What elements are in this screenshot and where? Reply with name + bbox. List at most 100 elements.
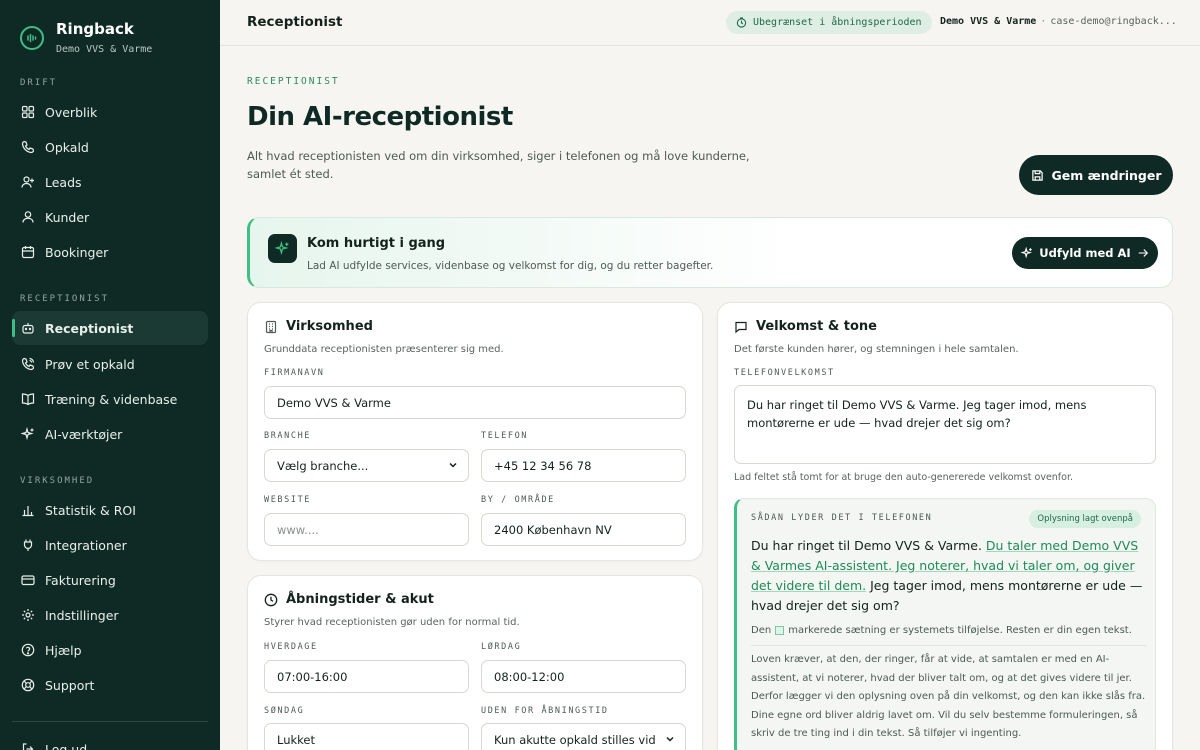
welcome-card-title: Velkomst & tone — [734, 319, 877, 334]
arrow-right-icon — [1138, 249, 1148, 257]
quickstart-banner: Kom hurtigt i gang Lad AI udfylde servic… — [247, 217, 1173, 288]
logout-label: Log ud — [45, 741, 88, 750]
sidebar-item-label: Hjælp — [45, 642, 82, 658]
credit-card-icon — [21, 573, 35, 587]
page-eyebrow: RECEPTIONIST — [247, 76, 340, 87]
sparkles-icon — [21, 427, 35, 441]
preview-divider — [751, 645, 1146, 646]
logout-icon — [21, 742, 35, 750]
sidebar-item-fakturering[interactable]: Fakturering — [12, 563, 208, 597]
sidebar-divider — [12, 721, 208, 722]
trial-badge: Ubegrænset i åbningsperioden — [726, 11, 932, 34]
phone-call-icon — [21, 357, 35, 371]
sidebar-item-proev-et-opkald[interactable]: Prøv et opkald — [12, 347, 208, 381]
grid-icon — [21, 105, 35, 119]
sidebar-item-receptionist[interactable]: Receptionist — [12, 311, 208, 345]
welcome-card-subtitle: Det første kunden hører, og stemningen i… — [734, 344, 1019, 355]
weekday-hours-field[interactable]: 07:00-16:00 — [264, 660, 469, 693]
plug-icon — [21, 538, 35, 552]
book-icon — [21, 392, 35, 406]
sidebar-item-traening[interactable]: Træning & videnbase — [12, 382, 208, 416]
sidebar-item-label: AI-værktøjer — [45, 426, 123, 442]
sidebar-item-label: Træning & videnbase — [45, 391, 178, 407]
sidebar-item-support[interactable]: Support — [12, 668, 208, 702]
outside-hours-select[interactable]: Kun akutte opkald stilles vid — [481, 723, 686, 750]
logout-button[interactable]: Log ud — [12, 732, 208, 750]
highlight-swatch-icon — [775, 626, 785, 635]
company-title-text: Virksomhed — [286, 319, 373, 334]
preview-label: SÅDAN LYDER DET I TELEFONEN — [751, 513, 933, 523]
city-field[interactable]: 2400 København NV — [481, 513, 686, 546]
calendar-icon — [21, 245, 35, 259]
sidebar-item-indstillinger[interactable]: Indstillinger — [12, 598, 208, 632]
timer-icon — [736, 17, 747, 28]
fill-with-ai-label: Udfyld med AI — [1039, 246, 1131, 260]
industry-select-value: Vælg branche... — [277, 458, 369, 473]
quickstart-title: Kom hurtigt i gang — [307, 236, 446, 251]
website-label: WEBSITE — [264, 495, 312, 505]
company-card: Virksomhed Grunddata receptionisten præs… — [247, 302, 703, 561]
help-circle-icon — [21, 643, 35, 657]
sidebar-item-label: Integrationer — [45, 537, 127, 553]
greeting-hint: Lad feltet stå tomt for at bruge den aut… — [734, 472, 1074, 483]
nav-section-virksomhed: VIRKSOMHED — [20, 476, 95, 486]
brand-name: Ringback — [56, 20, 134, 38]
welcome-title-text: Velkomst & tone — [756, 319, 877, 334]
saturday-hours-field[interactable]: 08:00-12:00 — [481, 660, 686, 693]
sidebar-item-kunder[interactable]: Kunder — [12, 200, 208, 234]
sidebar-item-label: Bookinger — [45, 244, 109, 260]
sidebar-item-ai-vaerktoejer[interactable]: AI-værktøjer — [12, 417, 208, 451]
topbar: Receptionist Ubegrænset i åbningsperiode… — [220, 0, 1200, 46]
legal-disclosure-text: Loven kræver, at den, der ringer, får at… — [751, 654, 1146, 739]
saturday-label: LØRDAG — [481, 642, 522, 652]
company-card-title: Virksomhed — [264, 319, 373, 334]
opening-hours-title: Åbningstider & akut — [264, 592, 434, 607]
sidebar-item-label: Kunder — [45, 209, 90, 225]
website-field[interactable]: www.... — [264, 513, 469, 546]
building-icon — [265, 320, 277, 333]
sparkles-icon — [1021, 247, 1033, 259]
sidebar-item-label: Indstillinger — [45, 607, 119, 623]
fill-with-ai-button[interactable]: Udfyld med AI — [1012, 237, 1158, 269]
preview-note-after: markerede sætning er systemets tilføjels… — [788, 625, 1132, 636]
preview-text: Du har ringet til Demo VVS & Varme. Du t… — [751, 536, 1146, 616]
ringback-logo-icon — [20, 26, 44, 50]
sidebar-item-label: Overblik — [45, 104, 98, 120]
sidebar-item-label: Fakturering — [45, 572, 116, 588]
sidebar-item-hjaelp[interactable]: Hjælp — [12, 633, 208, 667]
life-buoy-icon — [21, 678, 35, 692]
industry-label: BRANCHE — [264, 431, 312, 441]
sparkles-icon — [268, 234, 297, 263]
sidebar: Ringback Demo VVS & Varme DRIFT Overblik… — [0, 0, 220, 750]
phone-field[interactable]: +45 12 34 56 78 — [481, 449, 686, 482]
sidebar-item-bookinger[interactable]: Bookinger — [12, 235, 208, 269]
sidebar-item-opkald[interactable]: Opkald — [12, 130, 208, 164]
greeting-textarea[interactable]: Du har ringet til Demo VVS & Varme. Jeg … — [734, 385, 1156, 464]
user-icon — [21, 210, 35, 224]
account-email: case-demo@ringback... — [1050, 16, 1177, 27]
sunday-hours-field[interactable]: Lukket — [264, 723, 469, 750]
opening-hours-card: Åbningstider & akut Styrer hvad receptio… — [247, 575, 703, 750]
industry-select[interactable]: Vælg branche... — [264, 449, 469, 482]
brand[interactable]: Ringback Demo VVS & Varme — [20, 20, 152, 55]
sidebar-item-statistik[interactable]: Statistik & ROI — [12, 493, 208, 527]
sidebar-item-integrationer[interactable]: Integrationer — [12, 528, 208, 562]
sidebar-item-label: Opkald — [45, 139, 89, 155]
account-info[interactable]: Demo VVS & Varme · case-demo@ringback... — [940, 16, 1180, 27]
user-plus-icon — [21, 175, 35, 189]
page-header-title: Receptionist — [247, 14, 343, 30]
outside-hours-value: Kun akutte opkald stilles vid — [494, 732, 656, 747]
company-card-subtitle: Grunddata receptionisten præsenterer sig… — [264, 344, 504, 355]
company-name-field[interactable]: Demo VVS & Varme — [264, 386, 686, 419]
page-lead: Alt hvad receptionisten ved om din virks… — [247, 149, 750, 181]
greeting-label: TELEFONVELKOMST — [734, 368, 835, 378]
city-label: BY / OMRÅDE — [481, 495, 555, 505]
bot-icon — [21, 321, 35, 335]
brand-company: Demo VVS & Varme — [56, 44, 153, 55]
chevron-down-icon — [666, 736, 674, 742]
sidebar-item-leads[interactable]: Leads — [12, 165, 208, 199]
sidebar-item-overblik[interactable]: Overblik — [12, 95, 208, 129]
chevron-down-icon — [449, 462, 457, 468]
save-button[interactable]: Gem ændringer — [1019, 155, 1173, 195]
page-title: Din AI-receptionist — [247, 102, 513, 132]
